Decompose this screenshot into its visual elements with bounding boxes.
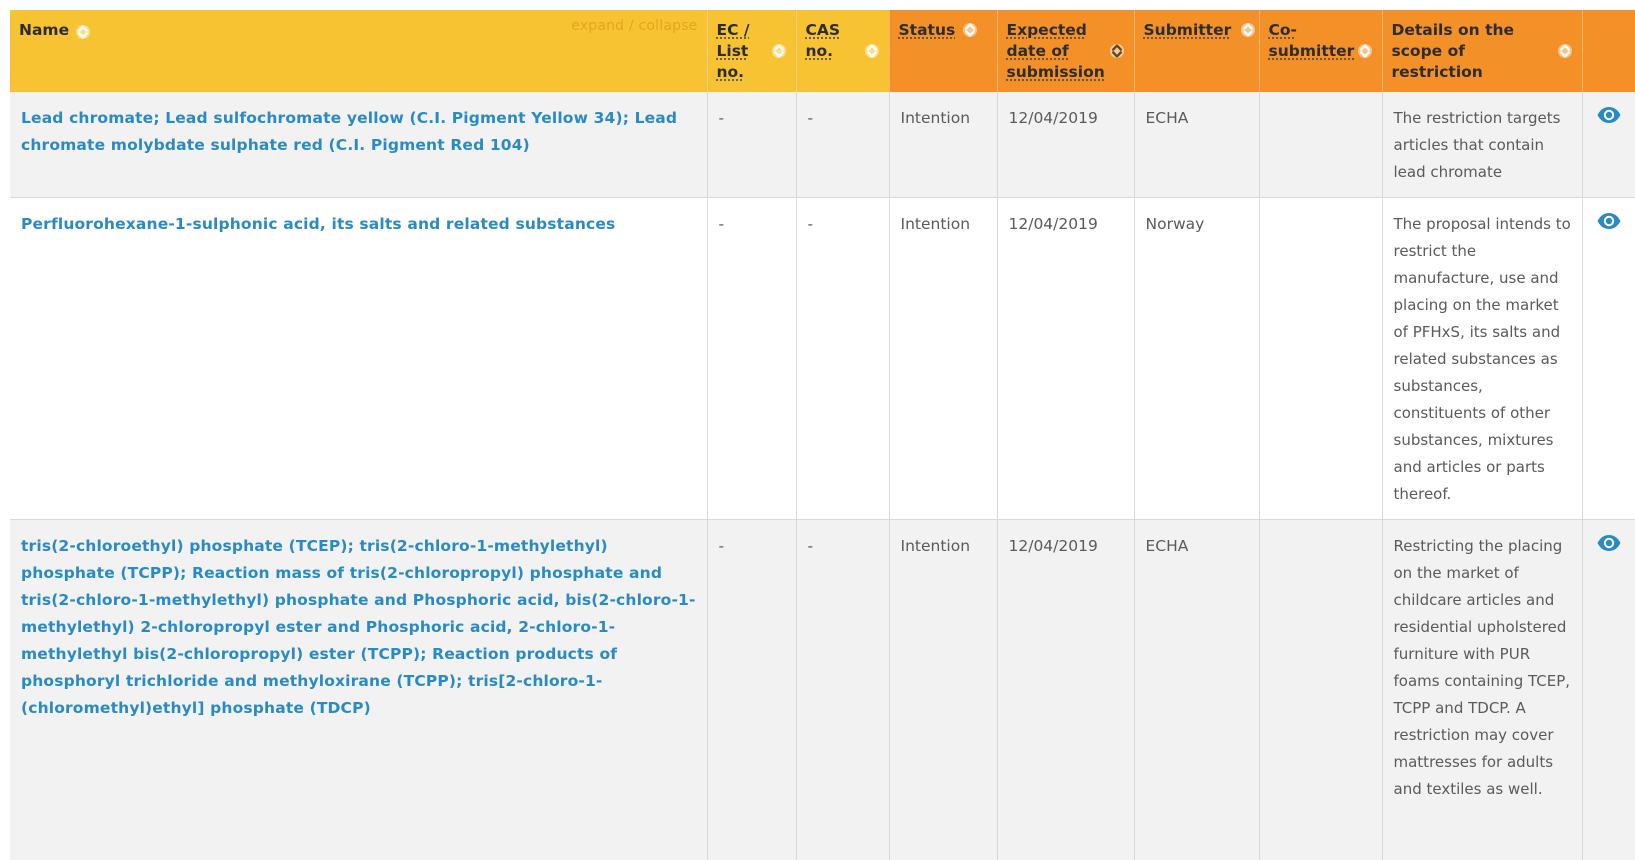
details-cell: The restriction targets articles that co…: [1381, 92, 1582, 198]
submitter-cell: ECHA: [1133, 519, 1259, 860]
sort-arrows-icon[interactable]: [1110, 41, 1124, 61]
restrictions-table: Name expand / collapse EC / List no. CAS…: [10, 10, 1635, 860]
column-header-co-submitter-label: Co-submitter: [1268, 21, 1355, 60]
ec-list-number: -: [706, 92, 796, 198]
eye-icon[interactable]: [1596, 212, 1622, 230]
table-row: tris(2-chloroethyl) phosphate (TCEP); tr…: [10, 519, 1635, 860]
sort-arrows-icon[interactable]: [772, 41, 786, 61]
column-header-cas[interactable]: CAS no.: [795, 10, 889, 92]
cas-number: -: [795, 92, 889, 198]
column-header-view: [1581, 10, 1635, 92]
column-header-name-label: Name: [19, 21, 70, 39]
column-header-ec[interactable]: EC / List no.: [706, 10, 796, 92]
status-cell: Intention: [888, 197, 997, 520]
column-header-name[interactable]: Name expand / collapse: [10, 10, 707, 92]
expected-date-cell: 12/04/2019: [996, 92, 1134, 198]
column-header-ec-label: EC / List no.: [716, 21, 750, 81]
view-details-button[interactable]: [1581, 197, 1635, 520]
sort-arrows-icon[interactable]: [1558, 41, 1572, 61]
co-submitter-cell: [1258, 92, 1382, 198]
sort-arrows-icon[interactable]: [76, 22, 90, 42]
table-row: Perfluorohexane-1-sulphonic acid, its sa…: [10, 197, 1635, 520]
cas-number: -: [795, 519, 889, 860]
view-details-button[interactable]: [1581, 519, 1635, 860]
column-header-details[interactable]: Details on the scope of restriction: [1381, 10, 1582, 92]
substance-name-link[interactable]: Lead chromate; Lead sulfochromate yellow…: [10, 92, 707, 198]
column-header-expected-date[interactable]: Expected date of submission: [996, 10, 1134, 92]
ec-list-number: -: [706, 197, 796, 520]
details-cell: The proposal intends to restrict the man…: [1381, 197, 1582, 520]
sort-arrows-icon[interactable]: [963, 20, 977, 40]
cas-number: -: [795, 197, 889, 520]
expected-date-cell: 12/04/2019: [996, 519, 1134, 860]
status-cell: Intention: [888, 92, 997, 198]
column-header-co-submitter[interactable]: Co-submitter: [1258, 10, 1382, 92]
restrictions-table-container: Name expand / collapse EC / List no. CAS…: [10, 10, 1635, 860]
sort-arrows-icon[interactable]: [865, 41, 879, 61]
substance-name-link[interactable]: tris(2-chloroethyl) phosphate (TCEP); tr…: [10, 519, 707, 860]
sort-arrows-icon[interactable]: [1358, 41, 1372, 61]
view-details-button[interactable]: [1581, 92, 1635, 198]
co-submitter-cell: [1258, 197, 1382, 520]
substance-name-link[interactable]: Perfluorohexane-1-sulphonic acid, its sa…: [10, 197, 707, 520]
expected-date-cell: 12/04/2019: [996, 197, 1134, 520]
ec-list-number: -: [706, 519, 796, 860]
sort-arrows-icon[interactable]: [1241, 20, 1255, 40]
table-header-row: Name expand / collapse EC / List no. CAS…: [10, 10, 1635, 92]
submitter-cell: ECHA: [1133, 92, 1259, 198]
eye-icon[interactable]: [1596, 106, 1622, 124]
column-header-status-label: Status: [898, 21, 956, 39]
column-header-status[interactable]: Status: [888, 10, 997, 92]
column-header-details-label: Details on the scope of restriction: [1391, 21, 1515, 81]
co-submitter-cell: [1258, 519, 1382, 860]
details-cell: Restricting the placing on the market of…: [1381, 519, 1582, 860]
table-row: Lead chromate; Lead sulfochromate yellow…: [10, 92, 1635, 198]
column-header-cas-label: CAS no.: [805, 21, 841, 60]
submitter-cell: Norway: [1133, 197, 1259, 520]
expand-collapse-link[interactable]: expand / collapse: [571, 16, 697, 37]
column-header-submitter-label: Submitter: [1143, 21, 1232, 39]
column-header-expected-date-label: Expected date of submission: [1006, 21, 1105, 81]
status-cell: Intention: [888, 519, 997, 860]
column-header-submitter[interactable]: Submitter: [1133, 10, 1259, 92]
eye-icon[interactable]: [1596, 534, 1622, 552]
